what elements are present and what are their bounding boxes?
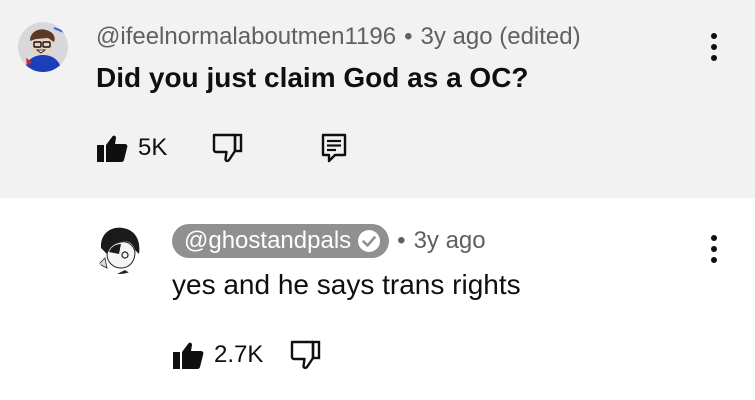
avatar-image <box>18 22 68 72</box>
more-options-button[interactable] <box>704 229 724 269</box>
avatar-image <box>95 224 145 274</box>
reply-comment: @ghostandpals • 3y ago yes and he says t… <box>0 198 755 400</box>
like-button[interactable]: 2.7K <box>172 340 263 370</box>
comment-time[interactable]: 3y ago (edited) <box>421 23 581 51</box>
comment-text: yes and he says trans rights <box>172 269 521 300</box>
like-button[interactable]: 5K <box>96 133 167 163</box>
thumbs-up-icon <box>173 342 204 369</box>
dislike-button[interactable] <box>289 340 321 370</box>
thumbs-up-icon <box>97 135 128 162</box>
reply-button[interactable] <box>321 133 347 163</box>
comment-actions: 2.7K <box>172 337 321 373</box>
verified-check-icon <box>357 229 381 253</box>
comment-meta: @ifeelnormalaboutmen1196 • 3y ago (edite… <box>96 22 581 52</box>
highlighted-comment: @ifeelnormalaboutmen1196 • 3y ago (edite… <box>0 0 755 198</box>
thumbs-down-icon <box>213 133 243 163</box>
comment-meta: @ghostandpals • 3y ago <box>172 223 486 259</box>
meta-separator: • <box>404 23 413 50</box>
creator-handle-badge[interactable]: @ghostandpals <box>172 224 390 258</box>
like-count: 5K <box>138 134 168 161</box>
more-options-button[interactable] <box>704 27 724 67</box>
meta-separator: • <box>397 227 406 254</box>
comment-author: @ghostandpals <box>184 227 352 254</box>
comment-text: Did you just claim God as a OC? <box>96 62 529 93</box>
avatar[interactable] <box>18 22 68 72</box>
like-count: 2.7K <box>214 341 264 368</box>
dislike-button[interactable] <box>211 133 243 163</box>
reply-comment-icon <box>322 133 347 163</box>
comment-time[interactable]: 3y ago <box>414 227 486 255</box>
thumbs-down-icon <box>291 340 321 370</box>
avatar[interactable] <box>95 224 145 274</box>
comment-actions: 5K <box>96 130 347 166</box>
comment-author[interactable]: @ifeelnormalaboutmen1196 <box>96 23 396 51</box>
